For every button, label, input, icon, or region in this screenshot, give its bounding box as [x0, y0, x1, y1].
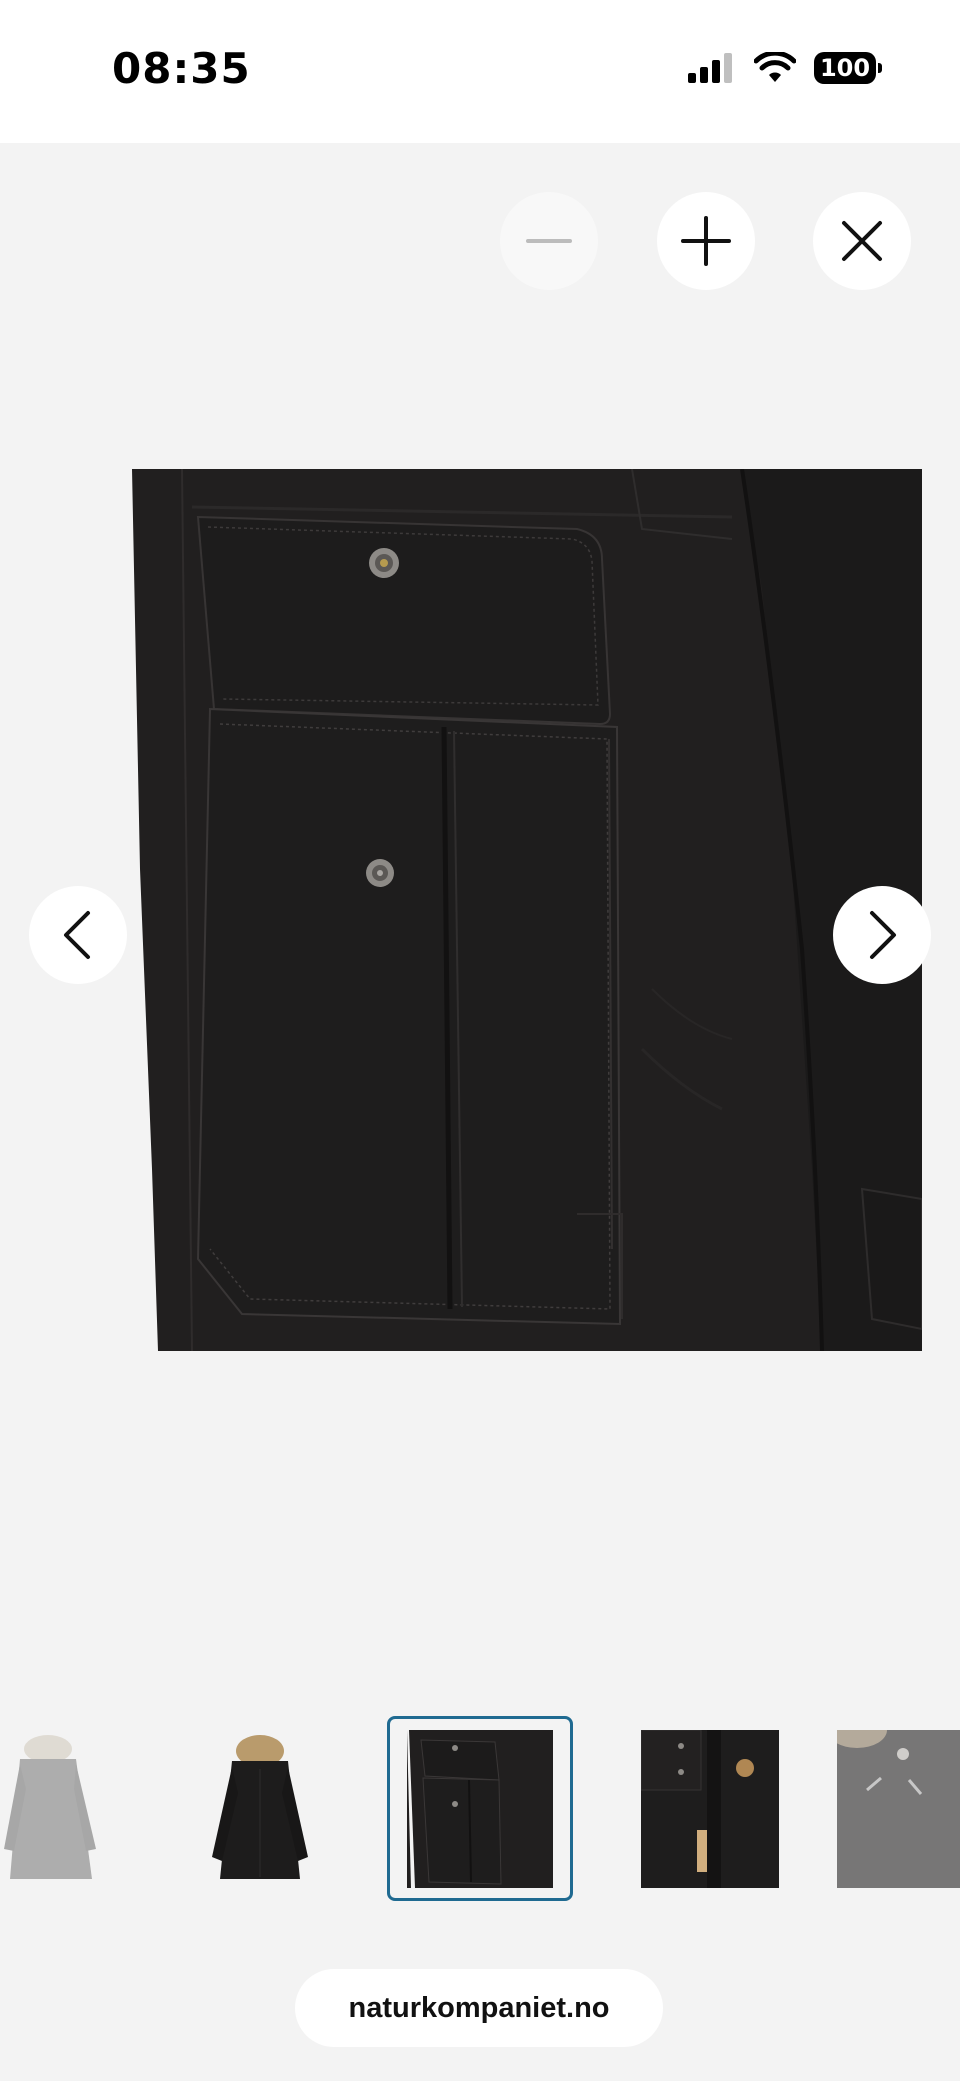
- chevron-left-icon: [64, 911, 90, 959]
- cellular-signal-icon: [688, 53, 732, 83]
- parka-grey-thumbnail-image: [4, 1734, 96, 1879]
- jacket-pocket-image: [122, 469, 922, 1351]
- minus-icon: [526, 239, 572, 243]
- chevron-right-icon: [870, 911, 896, 959]
- browser-url-bar[interactable]: naturkompaniet.no: [295, 1969, 663, 2047]
- thumbnail-collar-detail[interactable]: [837, 1716, 960, 1901]
- thumbnail-zipper-detail[interactable]: [641, 1716, 779, 1901]
- status-bar: 08:35 100: [0, 0, 960, 143]
- previous-image-button[interactable]: [29, 886, 127, 984]
- status-icons: 100: [688, 52, 882, 84]
- pocket-closeup-thumbnail-image: [407, 1729, 553, 1888]
- battery-level: 100: [819, 54, 871, 82]
- thumbnail-parka-grey[interactable]: [0, 1716, 100, 1901]
- thumbnail-pocket-closeup[interactable]: [387, 1716, 573, 1901]
- parka-black-thumbnail-image: [212, 1734, 308, 1879]
- zoom-out-button[interactable]: [500, 192, 598, 290]
- plus-icon: [681, 216, 731, 266]
- thumbnail-parka-black-back[interactable]: [200, 1716, 320, 1901]
- product-main-image[interactable]: [122, 469, 922, 1351]
- close-icon: [842, 221, 882, 261]
- thumbnail-strip[interactable]: [0, 1716, 960, 1901]
- zoom-in-button[interactable]: [657, 192, 755, 290]
- collar-detail-thumbnail-image: [837, 1729, 960, 1888]
- url-text: naturkompaniet.no: [348, 1991, 610, 2024]
- battery-icon: 100: [814, 52, 882, 84]
- next-image-button[interactable]: [833, 886, 931, 984]
- close-button[interactable]: [813, 192, 911, 290]
- status-time: 08:35: [112, 44, 251, 93]
- wifi-icon: [754, 52, 796, 82]
- zipper-detail-thumbnail-image: [641, 1729, 779, 1888]
